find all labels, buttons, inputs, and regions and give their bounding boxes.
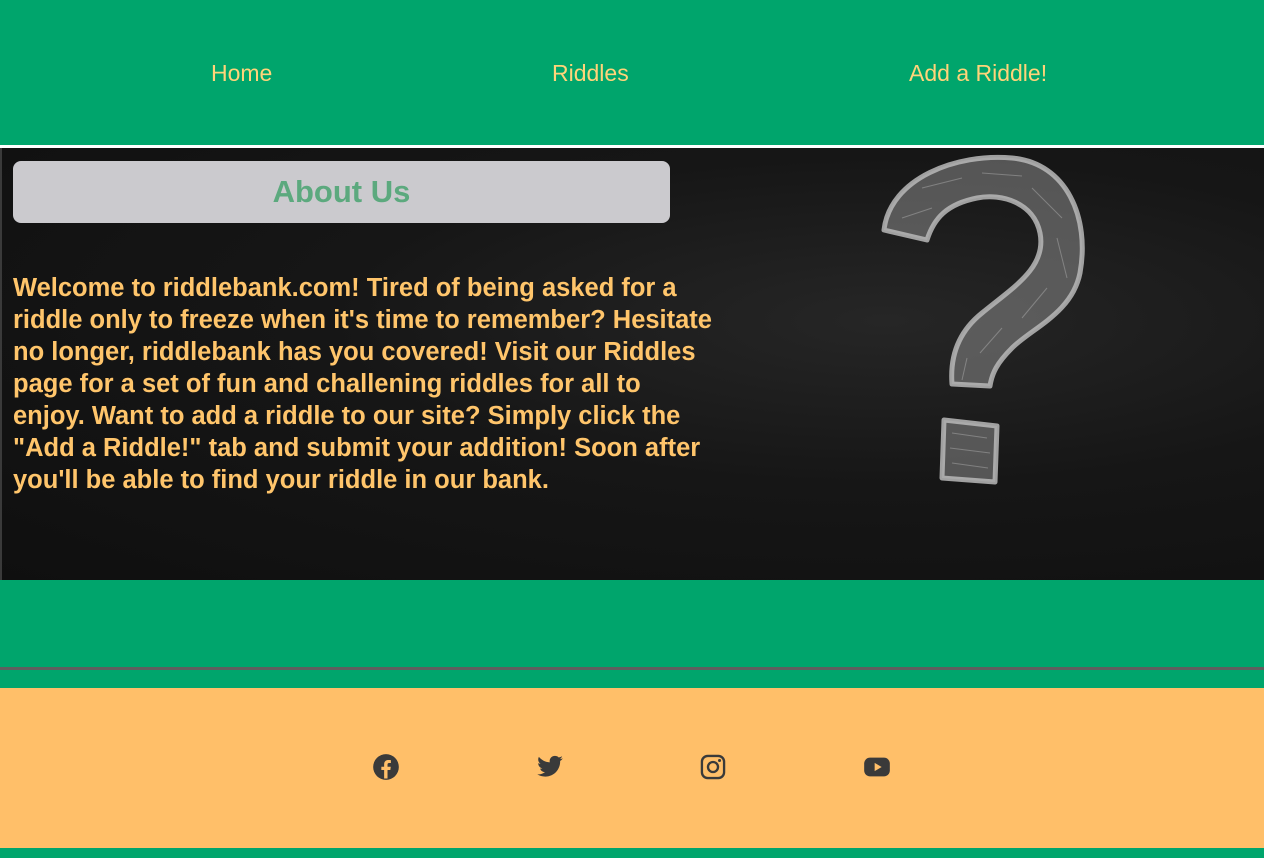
about-description: Welcome to riddlebank.com! Tired of bein… xyxy=(13,274,712,494)
footer-divider xyxy=(0,667,1264,670)
top-nav: Home Riddles Add a Riddle! xyxy=(0,0,1264,145)
twitter-icon[interactable] xyxy=(536,753,564,781)
instagram-icon[interactable] xyxy=(699,753,727,781)
facebook-icon[interactable] xyxy=(372,753,400,781)
about-section: About Us Welcome to riddlebank.com! Tire… xyxy=(0,148,1264,580)
footer xyxy=(0,688,1264,848)
nav-link-add-riddle[interactable]: Add a Riddle! xyxy=(909,59,1047,87)
youtube-icon[interactable] xyxy=(863,753,891,781)
question-mark-image xyxy=(881,154,1085,485)
about-title: About Us xyxy=(272,174,411,209)
about-heading-box: About Us xyxy=(13,161,670,223)
nav-link-riddles[interactable]: Riddles xyxy=(552,59,629,87)
nav-link-home[interactable]: Home xyxy=(211,59,272,87)
